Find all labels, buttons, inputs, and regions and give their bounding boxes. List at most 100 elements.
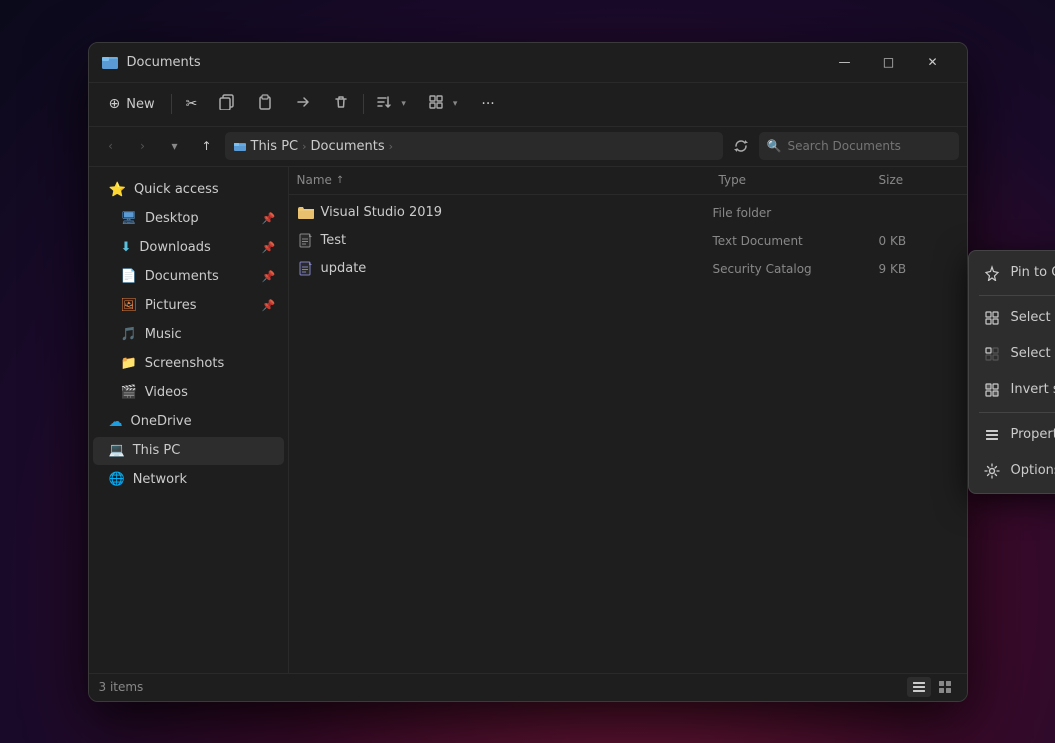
view-buttons — [907, 677, 957, 697]
breadcrumb-sep-1: › — [302, 140, 306, 153]
sort-icon — [376, 94, 392, 114]
network-icon: 🌐 — [109, 472, 125, 487]
sidebar-item-label: This PC — [133, 443, 181, 458]
col-name-header: Name ↑ — [297, 173, 719, 187]
back-button[interactable]: ‹ — [97, 132, 125, 160]
statusbar: 3 items — [89, 673, 967, 701]
sidebar-item-music[interactable]: 🎵 Music — [93, 321, 284, 349]
select-none-item[interactable]: Select none — [973, 336, 1055, 372]
options-label: Options — [1011, 463, 1055, 478]
sidebar-item-thispc[interactable]: 💻 This PC — [93, 437, 284, 465]
file-item-update[interactable]: update Security Catalog 9 KB — [289, 255, 967, 283]
maximize-button[interactable]: □ — [867, 46, 911, 78]
select-none-icon — [983, 345, 1001, 363]
titlebar: Documents — □ ✕ — [89, 43, 967, 83]
breadcrumb-documents[interactable]: Documents — [311, 139, 385, 154]
recents-button[interactable]: ▾ — [161, 132, 189, 160]
sidebar-item-label: Downloads — [139, 240, 210, 255]
properties-icon — [983, 426, 1001, 444]
select-all-icon — [983, 309, 1001, 327]
select-all-item[interactable]: Select all — [973, 300, 1055, 336]
file-type: File folder — [713, 206, 873, 220]
sidebar-item-screenshots[interactable]: 📁 Screenshots — [93, 350, 284, 378]
window-controls: — □ ✕ — [823, 46, 955, 78]
new-button[interactable]: ⊕ New — [97, 88, 167, 120]
copy-icon — [219, 94, 235, 114]
cut-button[interactable]: ✂ — [176, 88, 208, 120]
toolbar-sep-2 — [363, 94, 364, 114]
sidebar-item-label: Music — [145, 327, 182, 342]
minimize-button[interactable]: — — [823, 46, 867, 78]
file-item-test[interactable]: Test Text Document 0 KB — [289, 227, 967, 255]
sidebar-item-downloads[interactable]: ⬇ Downloads 📌 — [93, 234, 284, 262]
downloads-icon: ⬇ — [121, 240, 132, 255]
share-icon — [295, 94, 311, 114]
file-name: Test — [321, 233, 707, 248]
folder-icon — [297, 204, 315, 222]
delete-icon — [333, 94, 349, 114]
cut-icon: ✂ — [186, 96, 198, 112]
sidebar-item-videos[interactable]: 🎬 Videos — [93, 379, 284, 407]
sidebar-item-label: Quick access — [134, 182, 219, 197]
sidebar-item-network[interactable]: 🌐 Network — [93, 466, 284, 494]
sidebar-item-desktop[interactable]: 🖥 Desktop 📌 — [93, 205, 284, 233]
more-icon: ··· — [481, 96, 494, 112]
sidebar-item-quickaccess[interactable]: ⭐ Quick access — [93, 176, 284, 204]
window-icon — [101, 53, 119, 71]
share-button[interactable] — [285, 88, 321, 120]
sidebar-item-onedrive[interactable]: ☁ OneDrive — [93, 408, 284, 436]
file-type: Text Document — [713, 234, 873, 248]
invert-selection-label: Invert selection — [1011, 382, 1055, 397]
quick-access-icon: ⭐ — [109, 182, 126, 198]
main-content: ⭐ Quick access 🖥 Desktop 📌 ⬇ Downloads 📌… — [89, 167, 967, 673]
breadcrumb-thispc[interactable]: This PC — [251, 139, 299, 154]
addressbar[interactable]: This PC › Documents › — [225, 132, 723, 160]
window-title: Documents — [127, 55, 823, 70]
sidebar-item-label: Pictures — [145, 298, 196, 313]
thispc-icon: 💻 — [109, 443, 125, 458]
pin-quick-access-label: Pin to Quick access — [1011, 265, 1055, 280]
options-item[interactable]: Options — [973, 453, 1055, 489]
documents-icon: 📄 — [121, 269, 137, 284]
detail-view-button[interactable] — [907, 677, 931, 697]
search-icon: 🔍 — [767, 139, 782, 153]
invert-selection-icon — [983, 381, 1001, 399]
paste-button[interactable] — [247, 88, 283, 120]
sidebar-item-pictures[interactable]: 🖼 Pictures 📌 — [93, 292, 284, 320]
new-icon: ⊕ — [109, 96, 121, 112]
menu-separator-2 — [979, 412, 1055, 413]
more-options-button[interactable]: ··· — [471, 88, 504, 120]
invert-selection-item[interactable]: Invert selection — [973, 372, 1055, 408]
tile-view-button[interactable] — [933, 677, 957, 697]
copy-button[interactable] — [209, 88, 245, 120]
view-button[interactable]: ▾ — [420, 88, 470, 120]
pin-quick-access-icon — [983, 264, 1001, 282]
close-button[interactable]: ✕ — [911, 46, 955, 78]
refresh-button[interactable] — [727, 132, 755, 160]
select-all-label: Select all — [1011, 310, 1055, 325]
forward-button[interactable]: › — [129, 132, 157, 160]
pin-quick-access-item[interactable]: Pin to Quick access — [973, 255, 1055, 291]
sidebar-item-label: Documents — [145, 269, 219, 284]
new-label: New — [126, 97, 154, 112]
desktop-icon: 🖥 — [121, 211, 138, 226]
toolbar: ⊕ New ✂ — [89, 83, 967, 127]
view-icon — [428, 94, 444, 114]
file-item-vs2019[interactable]: Visual Studio 2019 File folder — [289, 199, 967, 227]
sort-button[interactable]: ▾ — [368, 88, 418, 120]
search-box[interactable]: 🔍 — [759, 132, 959, 160]
sidebar-item-label: Screenshots — [145, 356, 225, 371]
pin-icon: 📌 — [262, 270, 276, 283]
pin-icon: 📌 — [262, 299, 276, 312]
file-list: Name ↑ Type Size Visual Studio 2019 File… — [289, 167, 967, 673]
properties-item[interactable]: Properties — [973, 417, 1055, 453]
delete-button[interactable] — [323, 88, 359, 120]
file-items: Visual Studio 2019 File folder — [289, 195, 967, 673]
up-button[interactable]: ↑ — [193, 132, 221, 160]
pictures-icon: 🖼 — [121, 298, 138, 313]
sidebar-item-documents[interactable]: 📄 Documents 📌 — [93, 263, 284, 291]
sidebar-item-label: Network — [133, 472, 187, 487]
search-input[interactable] — [787, 139, 950, 153]
sidebar-item-label: OneDrive — [131, 414, 192, 429]
breadcrumb-sep-2: › — [389, 140, 393, 153]
